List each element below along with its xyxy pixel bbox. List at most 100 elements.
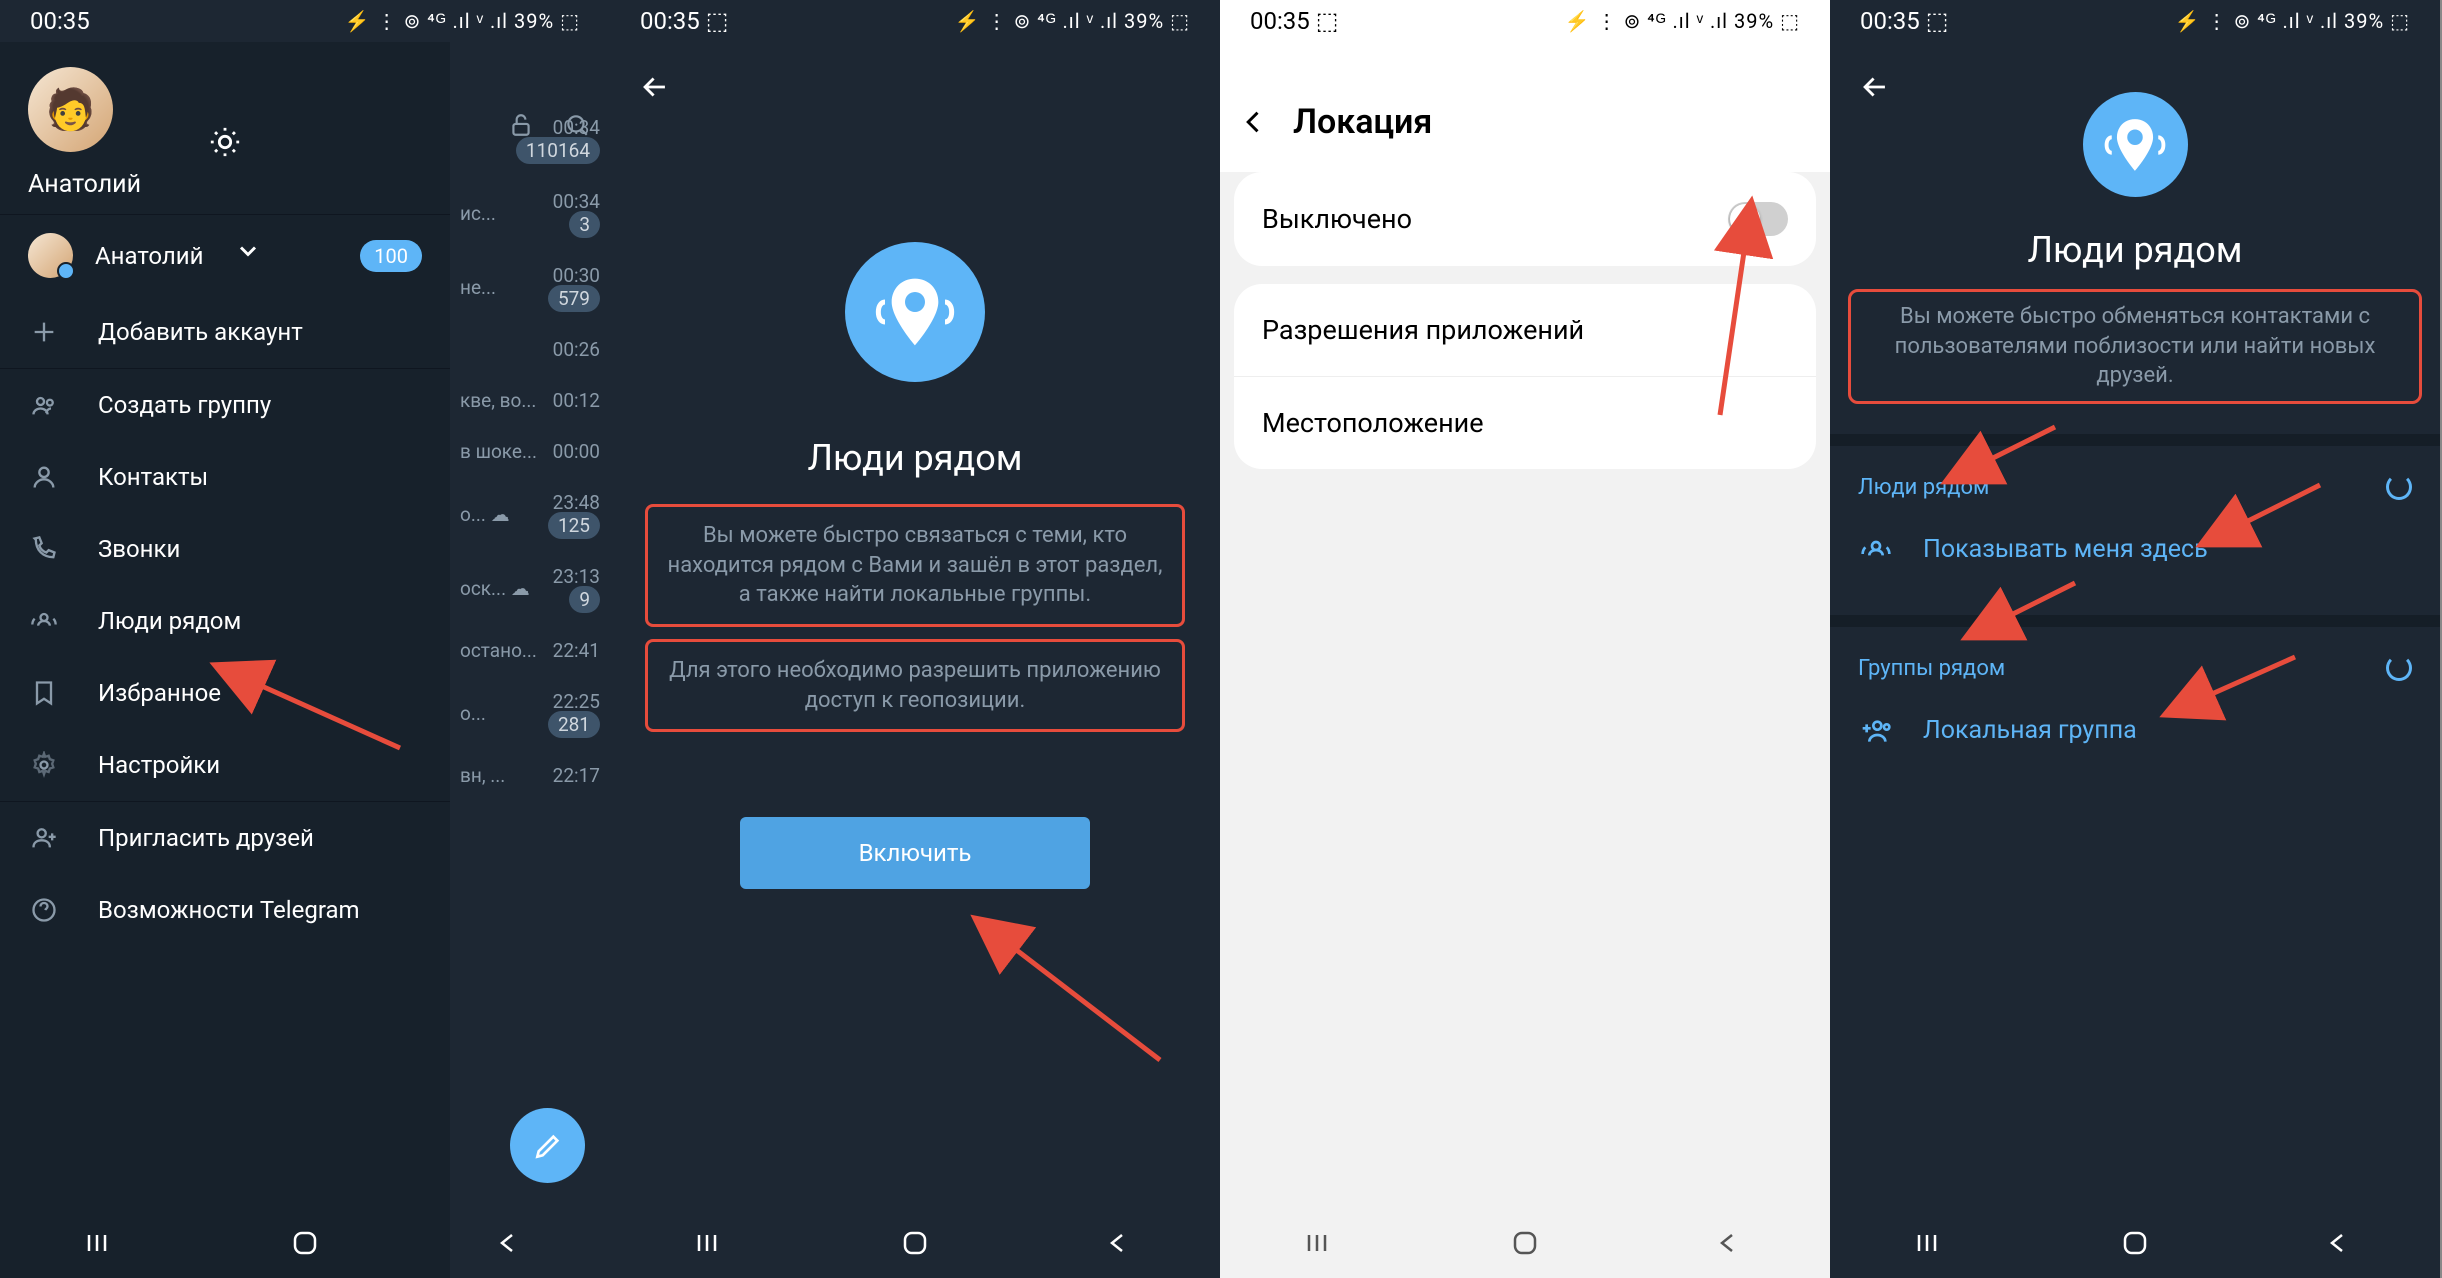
contacts-label: Контакты	[98, 463, 208, 491]
status-bar: 00:35 ⚡ ⋮ ⊚ ⁴ᴳ .ıl ᵛ .ıl 39% ⬚	[0, 0, 610, 42]
settings-label: Настройки	[98, 751, 220, 779]
chat-row[interactable]: о... ☁23:48125	[450, 477, 610, 551]
compose-fab[interactable]	[510, 1108, 585, 1183]
chat-list: 00:34110164ис...00:343не...00:3057900:26…	[450, 102, 610, 801]
status-bar: 00:35 ⬚ ⚡ ⋮ ⊚ ⁴ᴳ .ıl ᵛ .ıl 39% ⬚	[610, 0, 1220, 42]
chat-row[interactable]: в шоке...00:00	[450, 426, 610, 477]
highlight-box: Вы можете быстро обменяться контактами с…	[1848, 289, 2422, 404]
nav-recent-icon[interactable]	[87, 1228, 117, 1258]
account-row[interactable]: Анатолий 100	[0, 215, 450, 296]
nav-home-icon[interactable]	[2120, 1228, 2150, 1258]
account-name: Анатолий	[95, 242, 204, 270]
location-pin-icon	[845, 242, 985, 382]
app-permissions-row[interactable]: Разрешения приложений	[1234, 284, 1816, 376]
drawer-username: Анатолий	[28, 170, 422, 199]
status-icons: ⚡ ⋮ ⊚ ⁴ᴳ .ıl ᵛ .ıl 39% ⬚	[345, 9, 580, 34]
visibility-icon	[1858, 532, 1893, 567]
new-group-item[interactable]: Создать группу	[0, 369, 450, 441]
local-group-row[interactable]: Локальная группа	[1830, 695, 2440, 766]
chat-row[interactable]: о...22:25281	[450, 676, 610, 750]
drawer-header: 🧑 Анатолий	[0, 42, 450, 214]
location-toggle[interactable]	[1728, 202, 1788, 236]
help-icon	[28, 894, 60, 926]
nav-recent-icon[interactable]	[1307, 1228, 1337, 1258]
location-toggle-row[interactable]: Выключено	[1234, 172, 1816, 266]
highlight-box: Для этого необходимо разрешить приложени…	[645, 639, 1185, 732]
chat-row[interactable]: кве, во...00:12	[450, 375, 610, 426]
features-item[interactable]: Возможности Telegram	[0, 874, 450, 946]
people-nearby-item[interactable]: Люди рядом	[0, 585, 450, 657]
status-icons: ⚡ ⋮ ⊚ ⁴ᴳ .ıl ᵛ .ıl 39% ⬚	[1565, 9, 1800, 34]
contacts-item[interactable]: Контакты	[0, 441, 450, 513]
chat-row[interactable]: не...00:30579	[450, 250, 610, 324]
search-icon[interactable]	[564, 112, 590, 138]
invite-icon	[28, 822, 60, 854]
status-bar: 00:35 ⬚ ⚡ ⋮ ⊚ ⁴ᴳ .ıl ᵛ .ıl 39% ⬚	[1220, 0, 1830, 42]
back-button[interactable]	[1858, 70, 1892, 104]
nav-home-icon[interactable]	[900, 1228, 930, 1258]
app-permissions-label: Разрешения приложений	[1262, 314, 1584, 346]
status-bar: 00:35 ⬚ ⚡ ⋮ ⊚ ⁴ᴳ .ıl ᵛ .ıl 39% ⬚	[1830, 0, 2440, 42]
add-group-icon	[1858, 713, 1893, 748]
new-group-label: Создать группу	[98, 391, 271, 419]
lock-icon[interactable]	[508, 112, 534, 138]
people-nearby-label: Люди рядом	[1858, 475, 1989, 500]
group-icon	[28, 389, 60, 421]
calls-item[interactable]: Звонки	[0, 513, 450, 585]
screen-nearby-intro: 00:35 ⬚ ⚡ ⋮ ⊚ ⁴ᴳ .ıl ᵛ .ıl 39% ⬚ Люди ря…	[610, 0, 1220, 1278]
nearby-title: Люди рядом	[610, 437, 1220, 479]
position-label: Местоположение	[1262, 407, 1484, 439]
avatar[interactable]: 🧑	[28, 67, 113, 152]
highlight-box: Вы можете быстро связаться с теми, кто н…	[645, 504, 1185, 627]
chat-row[interactable]: вн, ...22:17	[450, 750, 610, 801]
chat-row[interactable]: оск... ☁23:139	[450, 551, 610, 625]
location-pin-icon	[2083, 92, 2188, 197]
nav-bar	[610, 1208, 1220, 1278]
screen-location-settings: 00:35 ⬚ ⚡ ⋮ ⊚ ⁴ᴳ .ıl ᵛ .ıl 39% ⬚ Локация…	[1220, 0, 1830, 1278]
nearby-title: Люди рядом	[1830, 229, 2440, 271]
drawer: 🧑 Анатолий Анатолий 100 Добавить аккаунт…	[0, 42, 450, 1278]
people-nearby-icon	[28, 605, 60, 637]
theme-toggle-icon[interactable]	[200, 117, 250, 167]
account-badge: 100	[360, 240, 422, 272]
location-disabled-label: Выключено	[1262, 203, 1412, 235]
chat-row[interactable]: 00:26	[450, 324, 610, 375]
groups-nearby-label: Группы рядом	[1858, 656, 2005, 681]
saved-label: Избранное	[98, 679, 221, 707]
saved-item[interactable]: Избранное	[0, 657, 450, 729]
chevron-down-icon[interactable]	[234, 237, 262, 265]
arrow-annotation	[990, 930, 1170, 1070]
screen-drawer: 00:34110164ис...00:343не...00:3057900:26…	[0, 0, 610, 1278]
enable-button[interactable]: Включить	[740, 817, 1090, 889]
person-icon	[28, 461, 60, 493]
nearby-desc1: Вы можете быстро связаться с теми, кто н…	[660, 521, 1170, 610]
back-button[interactable]	[638, 70, 672, 104]
nav-back-icon[interactable]	[2323, 1228, 2353, 1258]
status-time: 00:35	[30, 7, 90, 35]
account-avatar	[28, 233, 73, 278]
show-me-row[interactable]: Показывать меня здесь	[1830, 514, 2440, 585]
settings-item[interactable]: Настройки	[0, 729, 450, 801]
status-icons: ⚡ ⋮ ⊚ ⁴ᴳ .ıl ᵛ .ıl 39% ⬚	[955, 9, 1190, 34]
nav-back-icon[interactable]	[1103, 1228, 1133, 1258]
invite-item[interactable]: Пригласить друзей	[0, 802, 450, 874]
nav-back-icon[interactable]	[1713, 1228, 1743, 1258]
position-row[interactable]: Местоположение	[1234, 376, 1816, 469]
features-label: Возможности Telegram	[98, 896, 360, 924]
invite-label: Пригласить друзей	[98, 824, 314, 852]
phone-icon	[28, 533, 60, 565]
chat-row[interactable]: остано...22:41	[450, 625, 610, 676]
nav-recent-icon[interactable]	[697, 1228, 727, 1258]
nav-home-icon[interactable]	[1510, 1228, 1540, 1258]
nav-home-icon[interactable]	[290, 1228, 320, 1258]
nav-recent-icon[interactable]	[1917, 1228, 1947, 1258]
back-chevron-icon[interactable]	[1240, 108, 1268, 136]
nav-back-icon[interactable]	[493, 1228, 523, 1258]
nearby-desc: Вы можете быстро обменяться контактами с…	[1867, 302, 2403, 391]
status-icons: ⚡ ⋮ ⊚ ⁴ᴳ .ıl ᵛ .ıl 39% ⬚	[2175, 9, 2410, 34]
bookmark-icon	[28, 677, 60, 709]
chat-row[interactable]: ис...00:343	[450, 176, 610, 250]
status-time: 00:35 ⬚	[1250, 7, 1338, 35]
add-account-item[interactable]: Добавить аккаунт	[0, 296, 450, 368]
loading-spinner-icon	[2386, 474, 2412, 500]
